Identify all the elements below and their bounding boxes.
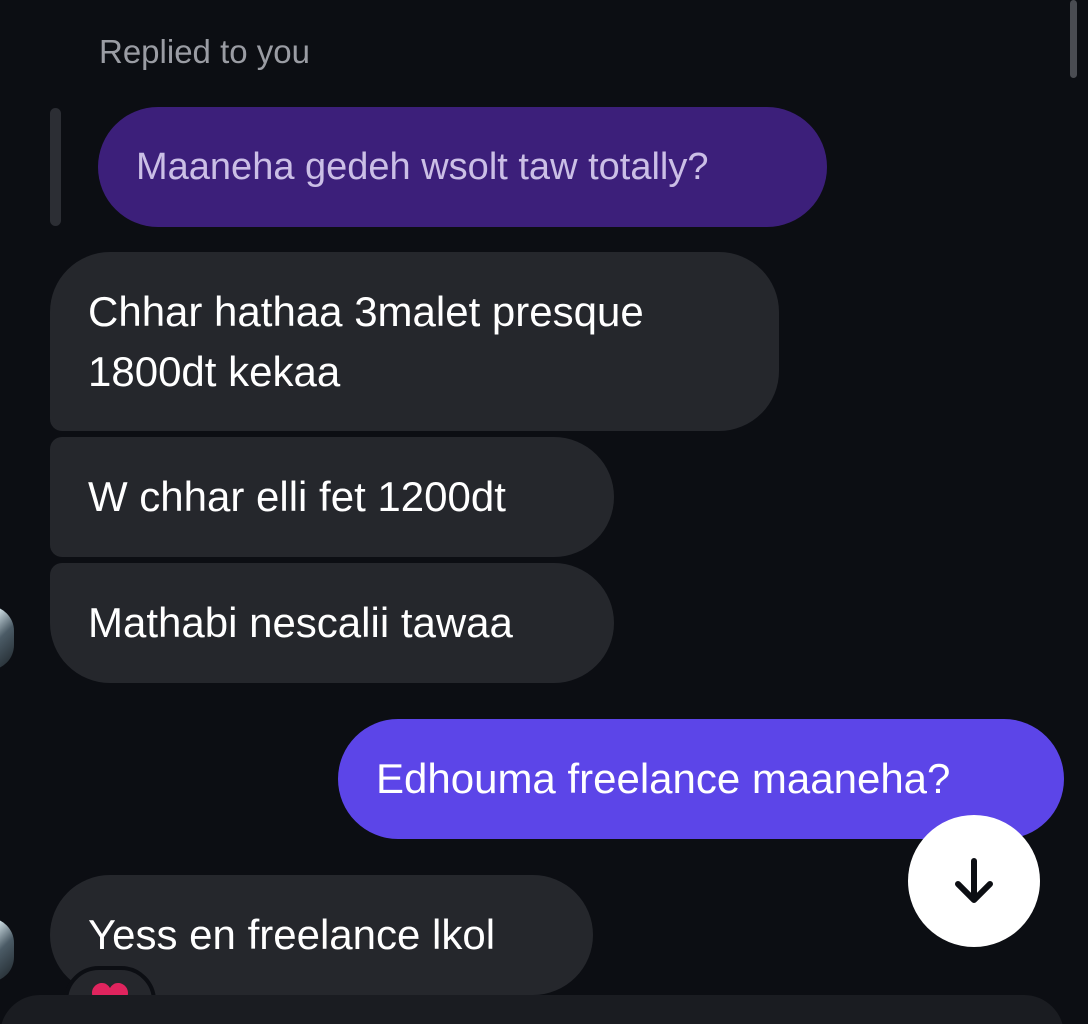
chat-screen: Replied to you Maaneha gedeh wsolt taw t… [0, 0, 1088, 1024]
avatar[interactable] [0, 918, 14, 982]
incoming-message-bubble[interactable]: Mathabi nescalii tawaa [50, 563, 614, 683]
replied-message-bubble[interactable]: Maaneha gedeh wsolt taw totally? [98, 107, 827, 227]
arrow-down-icon [955, 858, 993, 903]
reply-quote-bar [50, 108, 61, 226]
incoming-message-bubble[interactable]: Chhar hathaa 3malet presque 1800dt kekaa [50, 252, 779, 431]
message-composer[interactable] [0, 995, 1064, 1024]
incoming-message-bubble[interactable]: W chhar elli fet 1200dt [50, 437, 614, 557]
avatar[interactable] [0, 606, 14, 670]
scroll-to-bottom-button[interactable] [908, 815, 1040, 947]
scrollbar[interactable] [1070, 0, 1077, 78]
replied-to-label: Replied to you [99, 33, 310, 70]
